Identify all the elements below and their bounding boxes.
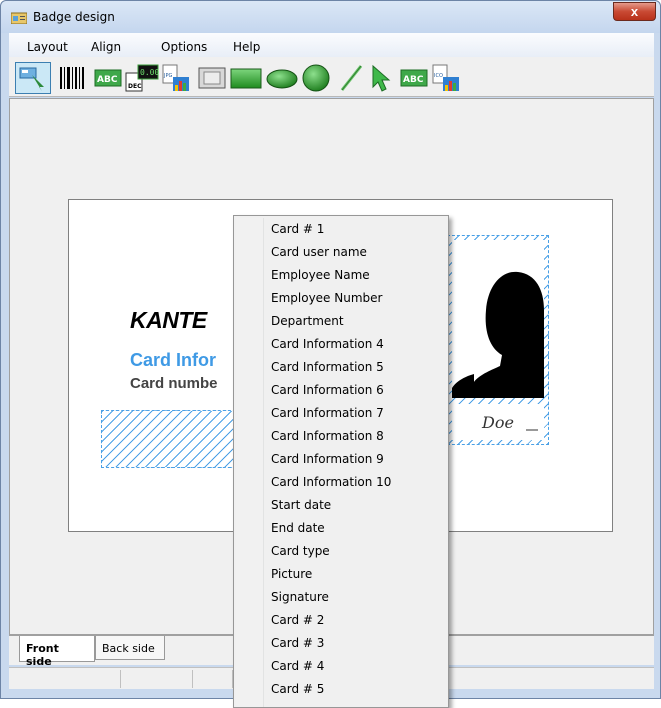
menu-item-picture[interactable]: Picture	[271, 563, 312, 586]
picture-icon-label: ICO	[434, 73, 443, 79]
menu-help[interactable]: Help	[233, 40, 260, 54]
menu-item-card-information-4[interactable]: Card Information 4	[271, 333, 384, 356]
date-icon[interactable]: DEC 0.00	[125, 62, 159, 94]
menu-item-card-information-7[interactable]: Card Information 7	[271, 402, 384, 425]
photo-placeholder	[452, 240, 544, 398]
menu-align[interactable]: Align	[91, 40, 121, 54]
menu-item-department[interactable]: Department	[271, 310, 344, 333]
date-icon-label: DEC	[128, 83, 142, 90]
image-icon[interactable]: JPG	[159, 62, 191, 94]
menu-layout[interactable]: Layout	[27, 40, 68, 54]
text-icon-label: ABC	[97, 75, 118, 85]
menu-item-card-information-10[interactable]: Card Information 10	[271, 471, 391, 494]
menu-item-card-4[interactable]: Card # 4	[271, 655, 324, 678]
menu-item-employee-name[interactable]: Employee Name	[271, 264, 370, 287]
ellipse-icon[interactable]	[265, 62, 299, 94]
menu-item-card-5[interactable]: Card # 5	[271, 678, 324, 701]
menu-item-signature[interactable]: Signature	[271, 586, 329, 609]
menu-item-card-user-name[interactable]: Card user name	[271, 241, 367, 264]
menu-item-end-date[interactable]: End date	[271, 517, 325, 540]
rectangle-icon[interactable]	[229, 62, 263, 94]
pointer-tool-icon[interactable]	[15, 62, 51, 94]
card-info-text: Card Infor	[130, 350, 217, 370]
context-menu-gutter	[236, 218, 264, 707]
text-icon[interactable]: ABC	[93, 62, 123, 94]
field-context-menu: Card # 1 Card user name Employee Name Em…	[233, 215, 449, 708]
toolbar: ABC DEC 0.00 JPG ABC ICO	[9, 57, 654, 97]
status-cell-2	[121, 670, 193, 688]
date-icon-digits: 0.00	[140, 68, 159, 77]
menu-item-card-3[interactable]: Card # 3	[271, 632, 324, 655]
hatched-field[interactable]	[101, 410, 241, 468]
barcode-icon[interactable]	[57, 62, 87, 94]
tab-back-side[interactable]: Back side	[95, 636, 165, 660]
window-title: Badge design	[33, 10, 115, 24]
menu-item-card-information-8[interactable]: Card Information 8	[271, 425, 384, 448]
image-icon-label: JPG	[163, 73, 172, 79]
menu-item-card-1[interactable]: Card # 1	[271, 218, 324, 241]
status-cell-1	[9, 670, 121, 688]
menu-item-employee-number[interactable]: Employee Number	[271, 287, 382, 310]
arrow-icon[interactable]	[367, 62, 395, 94]
signature-text: Doe	[481, 413, 514, 432]
card-number-text: Card numbe	[130, 375, 218, 392]
line-icon[interactable]	[337, 62, 365, 94]
title-bar[interactable]: Badge design x	[1, 1, 660, 33]
menu-item-card-information-9[interactable]: Card Information 9	[271, 448, 384, 471]
menu-item-start-date[interactable]: Start date	[271, 494, 331, 517]
picture-icon[interactable]: ICO	[429, 62, 461, 94]
app-icon	[11, 12, 27, 24]
circle-icon[interactable]	[299, 62, 333, 94]
signature-box: Doe	[452, 404, 544, 440]
menu-item-card-information-6[interactable]: Card Information 6	[271, 379, 384, 402]
menu-options[interactable]: Options	[161, 40, 207, 54]
silhouette-image	[452, 271, 544, 398]
frame-icon[interactable]	[197, 62, 227, 94]
company-logo-text: KANTE	[130, 307, 207, 333]
menu-item-card-2[interactable]: Card # 2	[271, 609, 324, 632]
text-abc-icon[interactable]: ABC	[399, 62, 429, 94]
status-cell-3	[193, 670, 233, 688]
text-abc-icon-label: ABC	[403, 75, 424, 85]
menu-item-card-type[interactable]: Card type	[271, 540, 330, 563]
menu-item-card-information-5[interactable]: Card Information 5	[271, 356, 384, 379]
close-button[interactable]: x	[613, 2, 656, 21]
tab-front-side[interactable]: Front side	[19, 636, 95, 668]
menu-bar: Layout Align Options Help	[9, 33, 654, 57]
